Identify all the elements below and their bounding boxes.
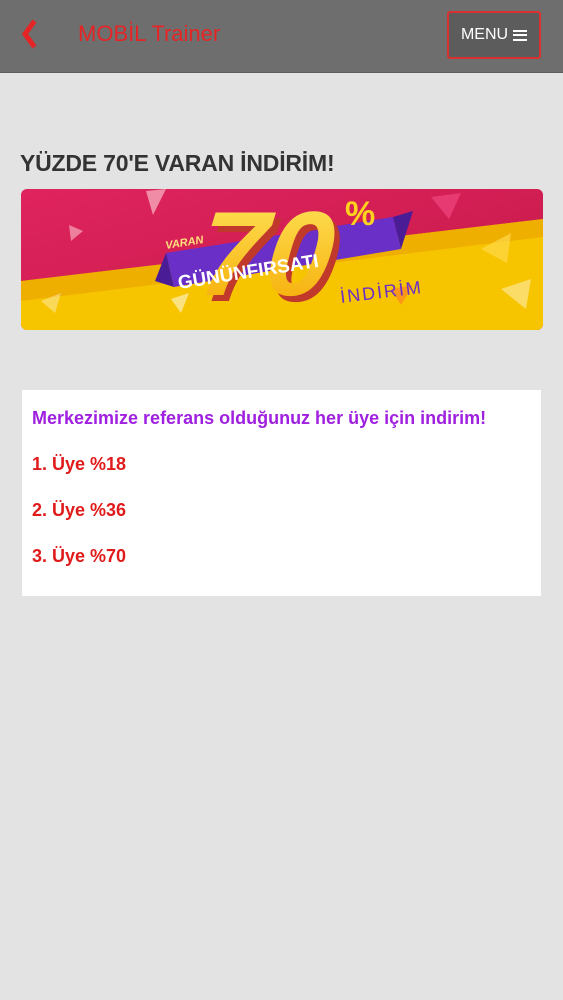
banner-percent: % (345, 195, 375, 233)
top-bar: MOBİL Trainer MENU (0, 0, 563, 73)
promo-banner: 70 70 % VARAN GÜNÜNFIRSATI İNDİRİM (21, 189, 543, 330)
card-title: Merkezimize referans olduğunuz her üye i… (32, 408, 487, 428)
app-title: MOBİL Trainer (78, 21, 221, 46)
hamburger-icon (513, 29, 528, 41)
list-item: 1. Üye %18 (32, 454, 127, 474)
page-title: YÜZDE 70'E VARAN İNDİRİM! (20, 150, 335, 176)
chevron-left-icon (21, 19, 37, 49)
list-item: 2. Üye %36 (32, 500, 127, 520)
menu-button[interactable]: MENU (447, 11, 541, 59)
list-item: 3. Üye %70 (32, 546, 127, 566)
back-button[interactable] (16, 18, 46, 52)
menu-label: MENU (460, 26, 509, 43)
banner-number: 70 (193, 189, 341, 321)
discount-card: Merkezimize referans olduğunuz her üye i… (22, 390, 541, 596)
